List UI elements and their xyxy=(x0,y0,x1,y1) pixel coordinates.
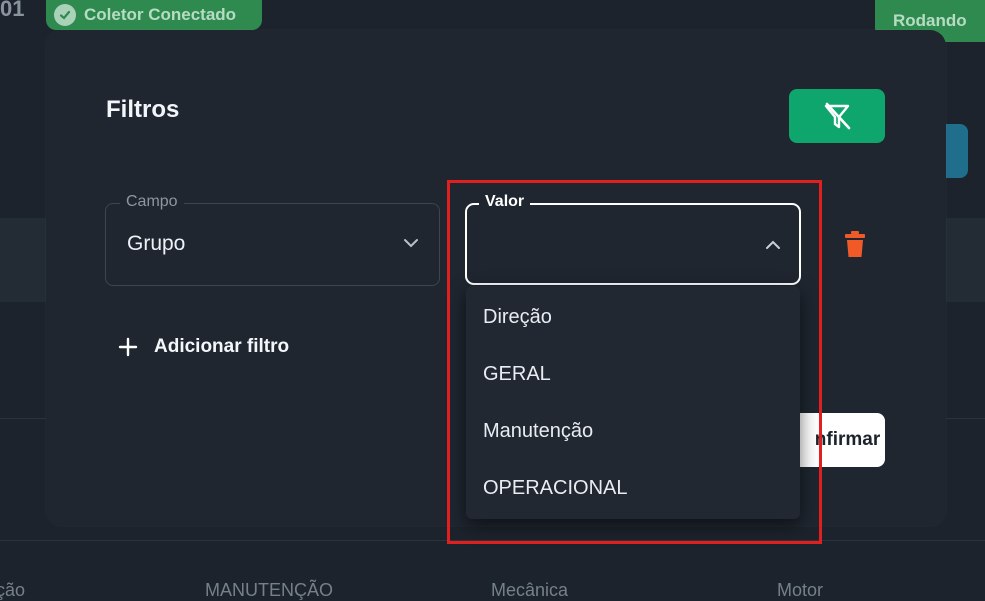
table-cell: ção xyxy=(0,580,26,600)
table-cell: MANUTENÇÃO xyxy=(205,580,334,600)
plus-icon xyxy=(118,337,138,357)
filter-off-icon xyxy=(824,102,851,130)
add-filter-button[interactable]: Adicionar filtro xyxy=(118,336,289,358)
highlight-box xyxy=(447,180,822,544)
table-cell: Motor xyxy=(777,580,824,600)
campo-select[interactable]: Campo Grupo xyxy=(105,193,440,286)
add-filter-label: Adicionar filtro xyxy=(154,336,290,357)
delete-filter-icon[interactable] xyxy=(845,231,865,258)
clear-filters-button[interactable] xyxy=(789,89,885,143)
cloud-check-icon xyxy=(54,4,76,26)
chevron-down-icon xyxy=(404,239,418,248)
collector-status-badge: Coletor Conectado xyxy=(46,0,262,30)
background-counter: 01 xyxy=(0,0,25,21)
campo-value: Grupo xyxy=(127,232,186,255)
confirm-label: nfirmar xyxy=(814,429,881,450)
campo-label: Campo xyxy=(120,193,184,211)
modal-title: Filtros xyxy=(106,96,180,123)
background-table-row: ção MANUTENÇÃO Mecânica Motor xyxy=(0,580,985,600)
table-cell: Mecânica xyxy=(491,580,569,600)
collector-status-label: Coletor Conectado xyxy=(84,5,237,24)
